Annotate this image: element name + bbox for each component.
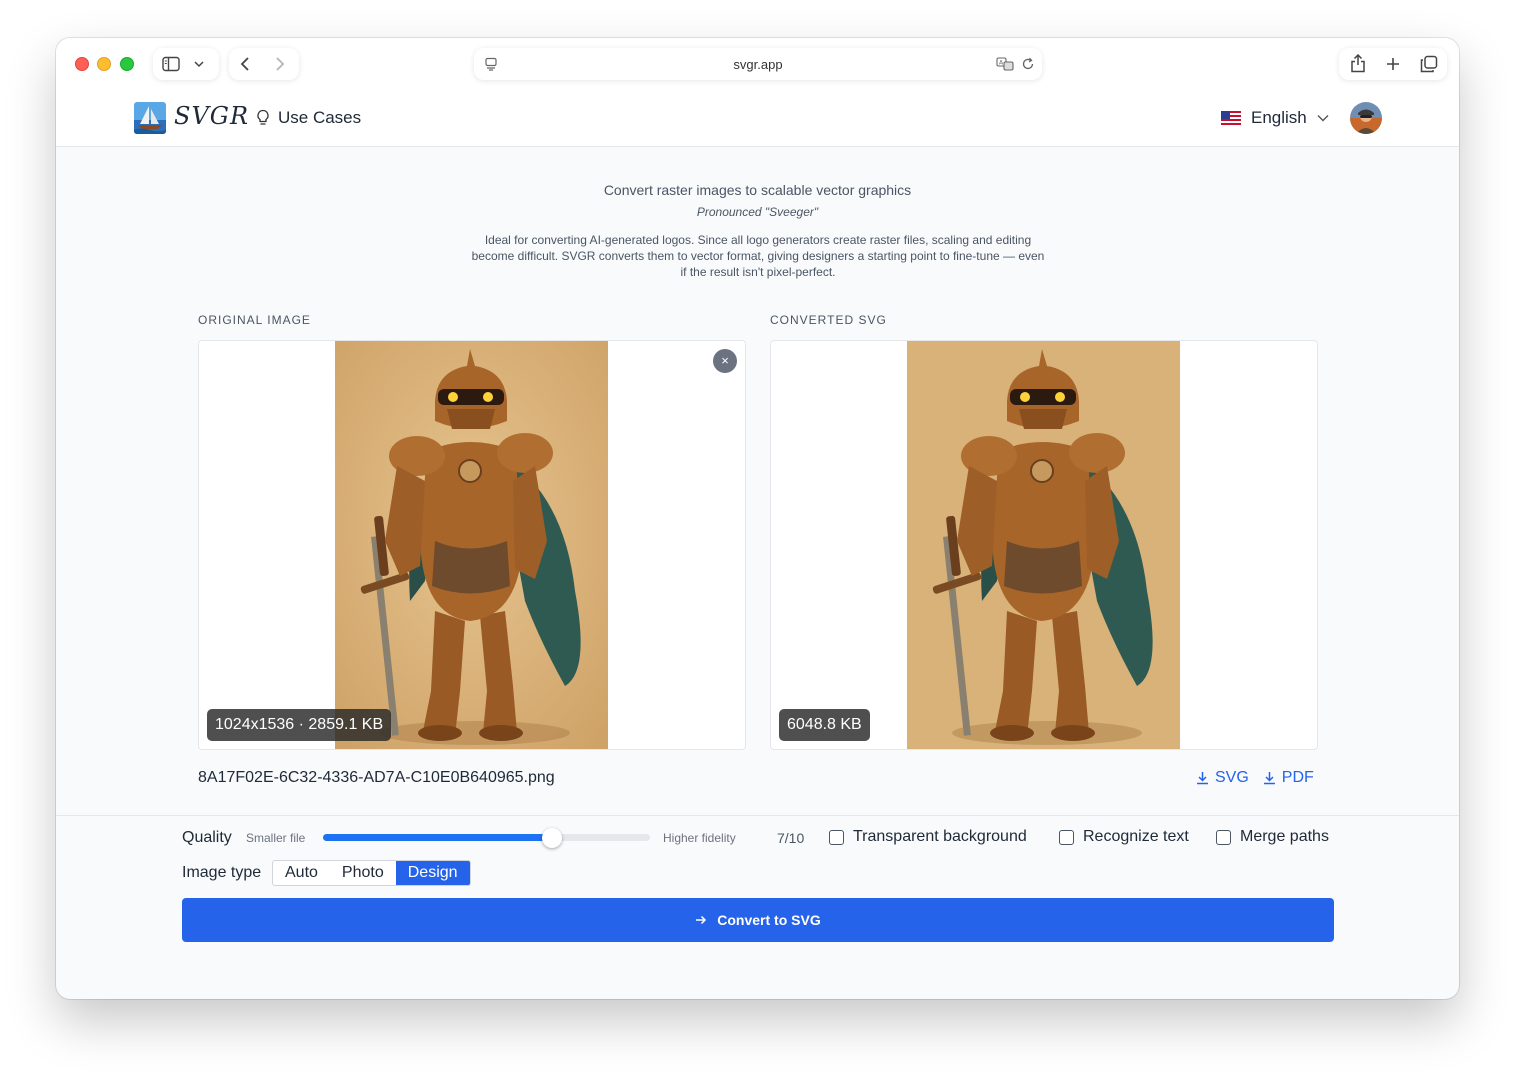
merge-paths-checkbox[interactable] <box>1216 829 1231 845</box>
download-links: SVG PDF <box>1196 769 1314 787</box>
converted-svg-label: CONVERTED SVG <box>770 313 887 327</box>
recognize-text-label: Recognize text <box>1083 828 1189 845</box>
page-settings-icon[interactable] <box>484 57 498 71</box>
transparent-background-label: Transparent background <box>853 828 1027 845</box>
history-nav-group <box>229 48 299 80</box>
arrow-right-icon <box>696 915 707 925</box>
chevron-down-icon <box>1317 115 1329 122</box>
use-cases-link[interactable]: Use Cases <box>256 108 361 128</box>
smaller-file-label: Smaller file <box>246 831 306 845</box>
download-pdf-link[interactable]: PDF <box>1263 769 1314 787</box>
image-type-label: Image type <box>182 864 262 881</box>
site-header: SVGR Use Cases English <box>56 90 1459 147</box>
quality-slider-thumb[interactable] <box>541 828 562 848</box>
quality-value: 7/10 <box>777 830 805 846</box>
quality-slider-fill <box>323 834 552 841</box>
controls-divider <box>56 815 1459 816</box>
intro-description: Ideal for converting AI-generated logos.… <box>471 233 1045 279</box>
original-image-panel: 1024x1536 · 2859.1 KB × <box>198 340 746 750</box>
new-tab-icon[interactable] <box>1386 57 1400 71</box>
quality-slider[interactable] <box>323 828 650 848</box>
back-icon[interactable] <box>240 56 250 72</box>
quality-label: Quality <box>182 829 232 846</box>
download-icon <box>1197 772 1208 785</box>
higher-fidelity-label: Higher fidelity <box>663 831 736 845</box>
translate-icon[interactable]: A <box>996 57 1014 71</box>
image-type-auto[interactable]: Auto <box>273 861 330 885</box>
transparent-background-option[interactable]: Transparent background <box>829 828 1027 846</box>
converted-svg-preview <box>907 341 1180 749</box>
language-label: English <box>1251 108 1307 127</box>
sidebar-toggle-group <box>153 48 219 80</box>
zoom-window-button[interactable] <box>120 57 134 71</box>
avatar[interactable] <box>1350 102 1382 134</box>
sidebar-icon[interactable] <box>162 56 180 72</box>
intro-title: Convert raster images to scalable vector… <box>603 182 912 198</box>
tab-overview-icon[interactable] <box>1420 55 1438 73</box>
us-flag-icon <box>1221 111 1241 125</box>
image-type-photo[interactable]: Photo <box>330 861 396 885</box>
transparent-background-checkbox[interactable] <box>829 829 844 845</box>
converted-svg-size-badge: 6048.8 KB <box>779 709 870 741</box>
address-bar[interactable]: svgr.app A <box>474 48 1042 80</box>
url-text: svgr.app <box>733 56 783 72</box>
convert-button[interactable]: Convert to SVG <box>182 898 1334 942</box>
share-icon[interactable] <box>1350 54 1366 73</box>
image-type-design[interactable]: Design <box>395 861 470 885</box>
converted-svg-panel: 6048.8 KB <box>770 340 1318 750</box>
forward-icon[interactable] <box>275 56 285 72</box>
chevron-down-icon[interactable] <box>194 60 204 68</box>
lightbulb-icon <box>257 109 269 125</box>
logo-text[interactable]: SVGR <box>174 102 249 130</box>
download-icon <box>1263 772 1275 785</box>
recognize-text-checkbox[interactable] <box>1059 829 1074 845</box>
merge-paths-label: Merge paths <box>1240 828 1329 845</box>
browser-window: svgr.app A SVGR Use Cases English Conver… <box>56 38 1459 999</box>
download-pdf-label: PDF <box>1281 769 1314 786</box>
language-selector[interactable]: English <box>1221 108 1329 128</box>
browser-toolbar: svgr.app A <box>56 38 1459 90</box>
recognize-text-option[interactable]: Recognize text <box>1059 828 1189 846</box>
original-filename: 8A17F02E-6C32-4336-AD7A-C10E0B640965.png <box>198 769 555 786</box>
download-svg-link[interactable]: SVG <box>1196 769 1249 787</box>
original-image-label: ORIGINAL IMAGE <box>198 313 311 327</box>
intro-pronunciation: Pronounced "Sveeger" <box>696 205 819 219</box>
close-window-button[interactable] <box>75 57 89 71</box>
convert-button-label: Convert to SVG <box>717 912 821 928</box>
reload-icon[interactable] <box>1021 57 1035 71</box>
svg-text:A: A <box>999 60 1004 67</box>
remove-image-button[interactable]: × <box>713 349 737 373</box>
use-cases-label: Use Cases <box>278 108 362 127</box>
image-type-selector: Auto Photo Design <box>272 860 471 886</box>
original-image-preview <box>335 341 608 749</box>
window-actions-group <box>1339 48 1447 80</box>
download-svg-label: SVG <box>1215 769 1249 786</box>
merge-paths-option[interactable]: Merge paths <box>1216 828 1329 846</box>
minimize-window-button[interactable] <box>97 57 111 71</box>
logo-image[interactable] <box>134 102 166 134</box>
original-image-info-badge: 1024x1536 · 2859.1 KB <box>207 709 392 741</box>
